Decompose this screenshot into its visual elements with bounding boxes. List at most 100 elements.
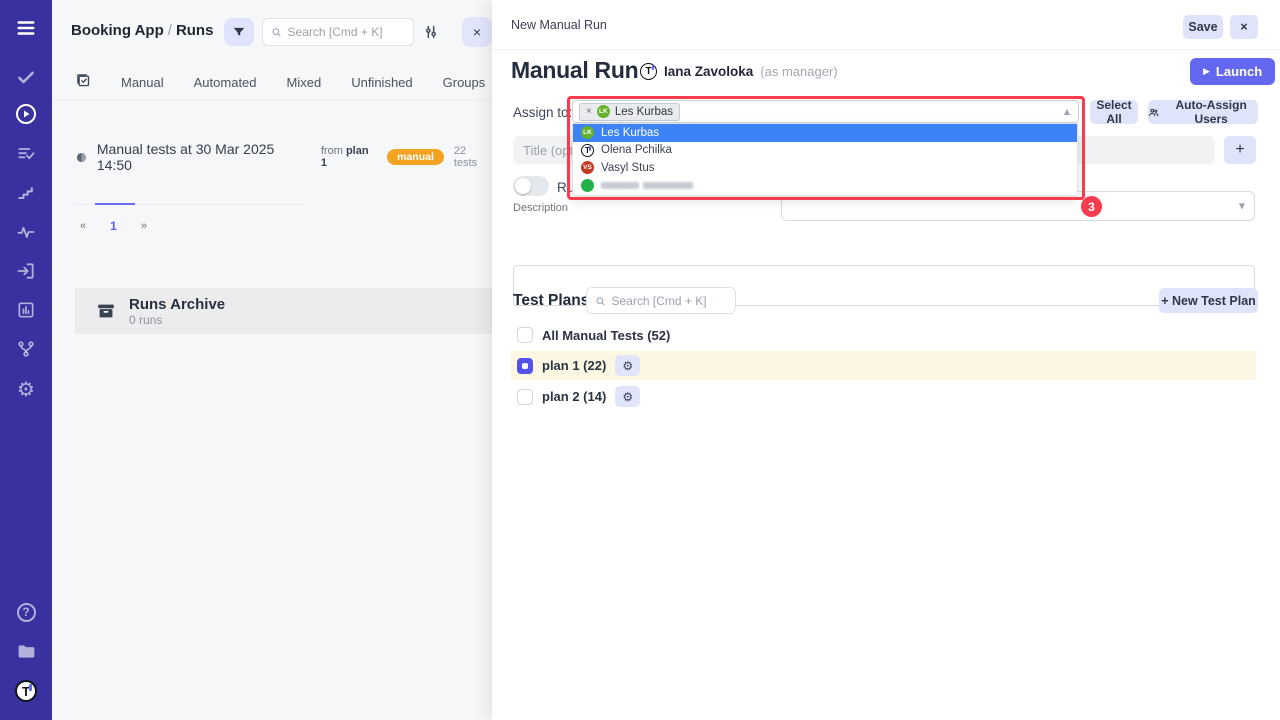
app-logo[interactable]: T xyxy=(0,676,52,706)
test-plans-search[interactable] xyxy=(586,287,736,314)
select-all-button[interactable]: Select All xyxy=(1090,100,1138,124)
launch-button[interactable]: ▶ Launch xyxy=(1190,58,1275,85)
breadcrumb-page: Runs xyxy=(176,22,214,39)
runs-archive-bar[interactable]: Runs Archive 0 runs xyxy=(75,288,492,334)
runs-panel: Booking App/Runs × Manual Automated Mixe… xyxy=(52,0,492,720)
run-list-item[interactable]: Manual tests at 30 Mar 2025 14:50 from p… xyxy=(76,141,492,173)
runs-tabs: Manual Automated Mixed Unfinished Groups… xyxy=(76,71,492,94)
drawer-close-button[interactable]: × xyxy=(1230,15,1258,39)
run-item-title[interactable]: Manual tests at 30 Mar 2025 14:50 xyxy=(97,141,311,173)
avatar-vs: VS xyxy=(581,161,594,174)
tab-manual[interactable]: Manual xyxy=(121,75,164,90)
save-button[interactable]: Save xyxy=(1183,15,1223,39)
plan-label: plan 1 (22) xyxy=(542,358,606,373)
drawer-title: New Manual Run xyxy=(511,18,607,32)
tab-groups[interactable]: Groups xyxy=(443,75,486,90)
sidebar: ⚙ ? T xyxy=(0,0,52,720)
pagination: « 1 » xyxy=(80,219,147,233)
chip-remove-icon[interactable]: × xyxy=(586,106,592,117)
assign-to-label: Assign to: xyxy=(513,105,572,120)
test-plans-search-input[interactable] xyxy=(612,294,728,308)
pagination-next[interactable]: » xyxy=(141,220,147,232)
settings-gear-icon[interactable]: ⚙ xyxy=(0,374,52,404)
search-icon xyxy=(271,26,282,38)
plan-2-settings-button[interactable]: ⚙ xyxy=(615,386,640,407)
menu-icon[interactable] xyxy=(0,13,52,43)
new-run-drawer: New Manual Run Save × Manual Run T Iana … xyxy=(492,0,1280,720)
app-root: ⚙ ? T Booking App/Runs × xyxy=(0,0,1280,720)
avatar-green xyxy=(581,179,594,192)
test-list-icon[interactable] xyxy=(0,139,52,169)
avatar-logo: T xyxy=(581,144,594,157)
avatar-lk: LK xyxy=(597,105,610,118)
adjustments-icon[interactable] xyxy=(422,24,440,45)
assignee-chip: × LK Les Kurbas xyxy=(579,103,680,121)
projects-folder-icon[interactable] xyxy=(0,636,52,666)
tasks-check-icon[interactable] xyxy=(0,62,52,92)
pulse-icon[interactable] xyxy=(0,217,52,247)
assignee-dropdown: LK Les Kurbas T Olena Pchilka VS Vasyl S… xyxy=(572,123,1078,196)
archive-icon xyxy=(95,300,117,322)
pagination-active-indicator xyxy=(95,203,135,205)
tab-unfinished[interactable]: Unfinished xyxy=(351,75,412,90)
page-title: Manual Run xyxy=(511,57,638,84)
close-icon: × xyxy=(473,24,481,40)
close-icon: × xyxy=(1240,20,1247,34)
search-input[interactable] xyxy=(288,25,405,39)
tab-mixed[interactable]: Mixed xyxy=(287,75,322,90)
plan-row-all[interactable]: All Manual Tests (52) xyxy=(517,327,670,343)
pagination-prev[interactable]: « xyxy=(80,220,86,232)
checkbox-all-manual-tests[interactable] xyxy=(517,327,533,343)
assignee-multiselect[interactable]: × LK Les Kurbas ▲ xyxy=(572,100,1079,123)
test-plans-heading: Test Plans xyxy=(513,292,589,310)
manager-role: (as manager) xyxy=(760,64,837,79)
add-title-button[interactable]: + xyxy=(1224,136,1256,164)
auto-assign-button[interactable]: Auto-Assign Users xyxy=(1148,100,1258,124)
breadcrumb-project[interactable]: Booking App xyxy=(71,22,164,39)
users-icon xyxy=(1148,106,1159,119)
help-icon[interactable]: ? xyxy=(0,597,52,627)
plan-row-1[interactable]: plan 1 (22) ⚙ xyxy=(511,351,1256,380)
chevron-down-icon: ▼ xyxy=(1239,202,1245,211)
description-label: Description xyxy=(513,202,568,214)
manager-name: Iana Zavoloka xyxy=(664,64,753,79)
plan-row-2[interactable]: plan 2 (14) ⚙ xyxy=(517,386,640,407)
tab-automated[interactable]: Automated xyxy=(194,75,257,90)
redacted-name xyxy=(601,182,639,189)
run-item-source: from plan 1 xyxy=(321,145,377,169)
plan-label: plan 2 (14) xyxy=(542,389,606,404)
collapse-arrow-icon[interactable]: ▲ xyxy=(1064,107,1070,116)
dropdown-option-redacted[interactable] xyxy=(573,177,1077,195)
plan-label: All Manual Tests (52) xyxy=(542,328,670,343)
annotation-badge: 3 xyxy=(1081,196,1102,217)
tabs-divider xyxy=(52,100,492,101)
multi-select-icon[interactable] xyxy=(76,73,91,93)
toggle-knob xyxy=(515,178,531,194)
funnel-icon xyxy=(232,25,246,39)
chip-name: Les Kurbas xyxy=(615,106,673,118)
import-icon[interactable] xyxy=(0,256,52,286)
dropdown-option-les-kurbas[interactable]: LK Les Kurbas xyxy=(573,124,1077,142)
dropdown-option-olena-pchilka[interactable]: T Olena Pchilka xyxy=(573,142,1077,160)
manager-info: T Iana Zavoloka (as manager) xyxy=(640,63,838,80)
run-toggle[interactable] xyxy=(513,176,549,196)
runs-play-icon[interactable] xyxy=(0,99,52,129)
avatar-lk: LK xyxy=(581,126,594,139)
plan-1-settings-button[interactable]: ⚙ xyxy=(615,355,640,376)
archive-title: Runs Archive xyxy=(129,296,225,313)
runs-search[interactable] xyxy=(262,18,414,46)
archive-count: 0 runs xyxy=(129,313,225,327)
checkbox-plan-1[interactable] xyxy=(517,358,533,374)
pagination-page-1[interactable]: 1 xyxy=(110,219,117,233)
new-test-plan-button[interactable]: + New Test Plan xyxy=(1159,288,1258,313)
checkbox-plan-2[interactable] xyxy=(517,389,533,405)
branch-icon[interactable] xyxy=(0,334,52,364)
redacted-name xyxy=(643,182,693,189)
filter-button[interactable] xyxy=(224,18,254,46)
play-icon: ▶ xyxy=(1203,66,1210,77)
run-item-tests-count: 22 tests xyxy=(454,145,492,169)
steps-icon[interactable] xyxy=(0,178,52,208)
analytics-icon[interactable] xyxy=(0,295,52,325)
dropdown-option-vasyl-stus[interactable]: VS Vasyl Stus xyxy=(573,159,1077,177)
panel-close-button[interactable]: × xyxy=(462,17,492,47)
